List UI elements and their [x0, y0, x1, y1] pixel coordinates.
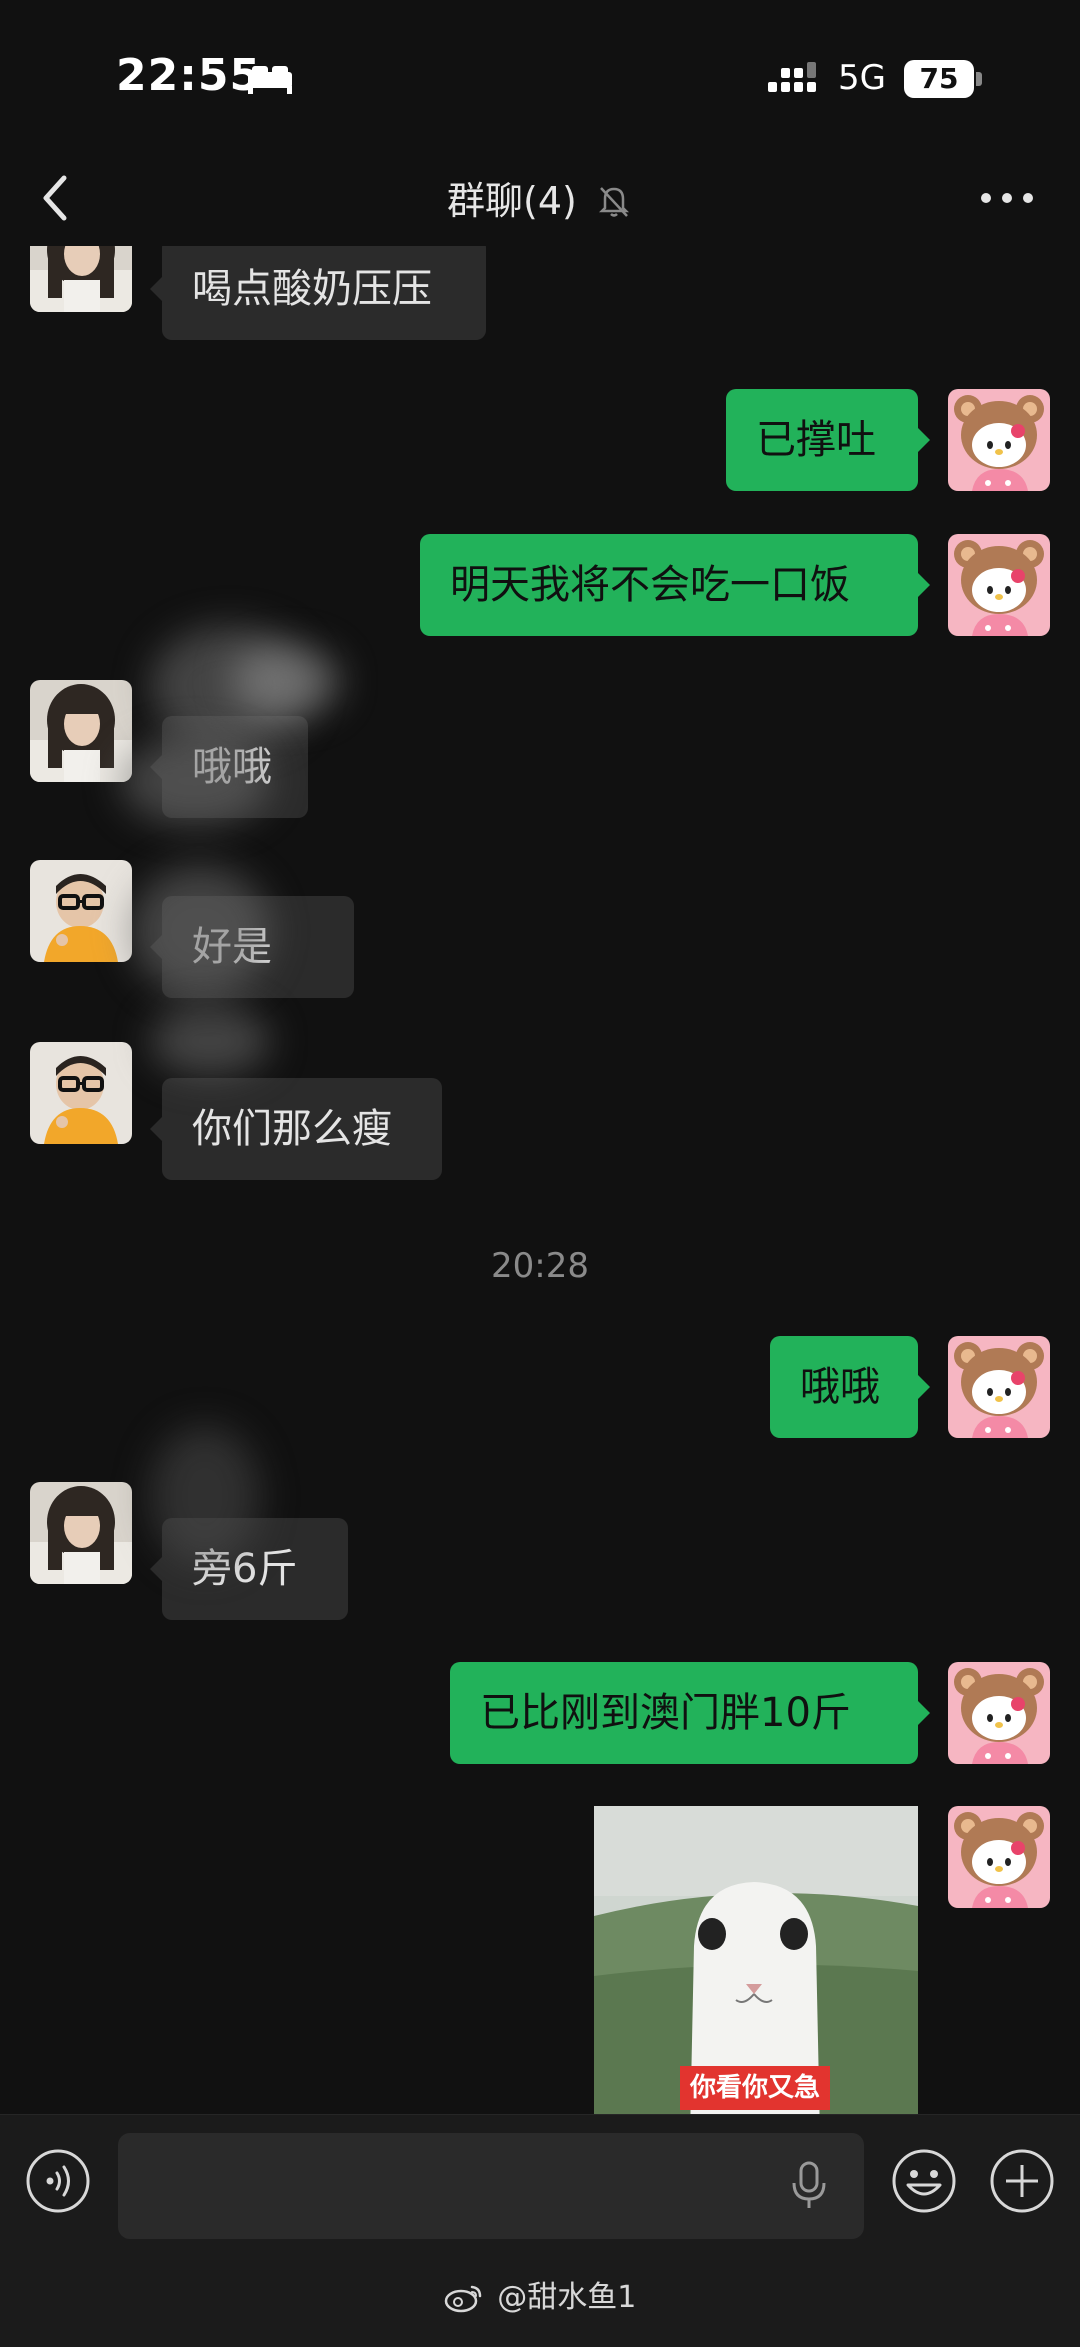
avatar-member-girl[interactable]: [30, 246, 132, 312]
nav-bar: 群聊(4): [0, 150, 1080, 247]
input-bar: [0, 2114, 1080, 2245]
avatar-member-boy[interactable]: [30, 1042, 132, 1144]
message-input[interactable]: [118, 2133, 864, 2239]
mic-icon[interactable]: [788, 2161, 830, 2211]
chat-messages[interactable]: 喝点酸奶压压 已撑吐 明天我将不会吃一口饭 哦哦 好是 你们那么瘦 20:28 …: [0, 246, 1080, 2114]
privacy-scribble: [230, 646, 340, 716]
weibo-icon: [444, 2285, 481, 2313]
message-bubble-outgoing[interactable]: 明天我将不会吃一口饭: [420, 534, 930, 636]
signal-icon: [768, 62, 816, 92]
privacy-scribble: [150, 1426, 260, 1566]
message-timestamp: 20:28: [491, 1246, 589, 1286]
voice-icon[interactable]: [24, 2147, 92, 2215]
plus-icon[interactable]: [988, 2147, 1056, 2215]
privacy-scribble: [120, 736, 270, 826]
more-dots-icon[interactable]: [972, 174, 1042, 222]
bell-muted-icon: [598, 187, 629, 217]
message-bubble-outgoing[interactable]: 哦哦: [770, 1336, 930, 1438]
status-time: 22:55: [116, 50, 262, 101]
avatar-self[interactable]: [948, 534, 1050, 636]
chat-title: 群聊(4): [0, 170, 1080, 225]
avatar-member-girl[interactable]: [30, 680, 132, 782]
avatar-self[interactable]: [948, 1336, 1050, 1438]
avatar-self[interactable]: [948, 389, 1050, 491]
sticker-caption: 你看你又急: [680, 2066, 830, 2110]
avatar-member-girl[interactable]: [30, 1482, 132, 1584]
watermark-text: @甜水鱼1: [497, 2280, 637, 2315]
battery-icon: 75: [904, 60, 974, 98]
watermark-label: @甜水鱼1: [444, 2272, 637, 2316]
privacy-scribble: [130, 866, 270, 996]
watermark: @甜水鱼1: [0, 2244, 1080, 2347]
chat-title-text: 群聊(4): [447, 179, 577, 223]
avatar-self[interactable]: [948, 1806, 1050, 1908]
battery-cap: [976, 72, 982, 86]
sticker-message[interactable]: 你看你又急: [594, 1806, 918, 2114]
message-bubble-incoming[interactable]: 你们那么瘦: [150, 1078, 442, 1180]
message-bubble-outgoing[interactable]: 已撑吐: [726, 389, 930, 491]
avatar-self[interactable]: [948, 1662, 1050, 1764]
sleep-icon: [248, 66, 292, 94]
avatar-member-boy[interactable]: [30, 860, 132, 962]
message-bubble-incoming[interactable]: 喝点酸奶压压: [150, 246, 486, 340]
status-bar: 22:55 5G 75: [0, 0, 1080, 150]
network-type: 5G: [838, 58, 886, 98]
message-bubble-outgoing[interactable]: 已比刚到澳门胖10斤: [450, 1662, 930, 1764]
privacy-scribble: [150, 1006, 270, 1076]
emoji-icon[interactable]: [890, 2147, 958, 2215]
